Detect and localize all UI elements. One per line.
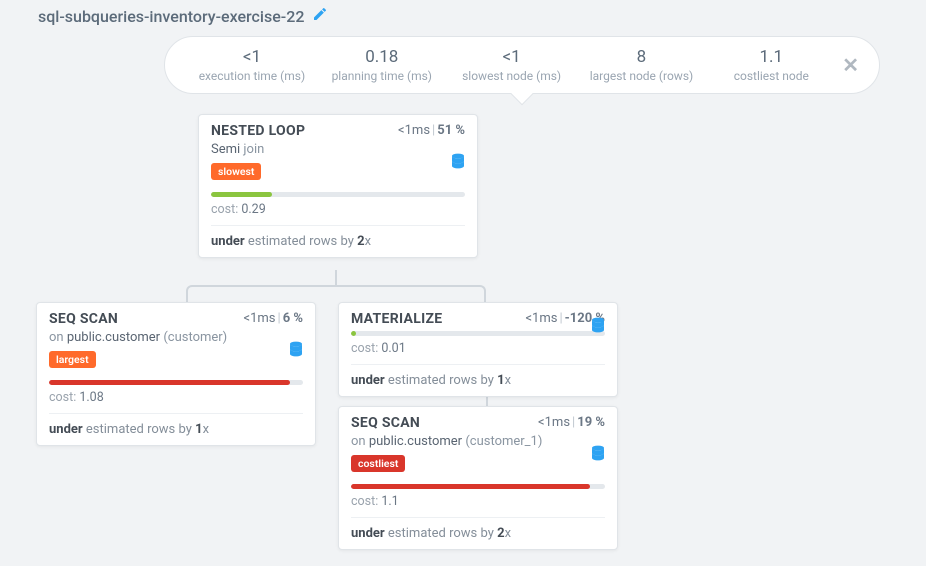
- database-icon: [591, 445, 605, 461]
- node-subtitle: on public.customer (customer_1): [351, 434, 605, 449]
- node-metrics: <1ms|51 %: [398, 123, 465, 138]
- node-title: MATERIALIZE: [351, 311, 442, 327]
- stats-bar: <1 execution time (ms) 0.18 planning tim…: [164, 36, 880, 94]
- badge-costliest: costliest: [351, 455, 405, 472]
- page-title-row: sql-subqueries-inventory-exercise-22: [38, 6, 328, 26]
- stat-planning-time: 0.18 planning time (ms): [317, 47, 447, 83]
- estimate-line: under estimated rows by 2x: [351, 518, 605, 541]
- plan-node-nested-loop[interactable]: NESTED LOOP <1ms|51 % Semi join slowest …: [198, 114, 478, 258]
- stat-costliest-node: 1.1 costliest node: [706, 47, 836, 83]
- plan-node-seq-scan-customer[interactable]: SEQ SCAN <1ms|6 % on public.customer (cu…: [36, 302, 316, 446]
- cost-line: cost: 1.08: [49, 390, 303, 414]
- estimate-line: under estimated rows by 1x: [49, 414, 303, 437]
- stat-slowest-node: <1 slowest node (ms): [447, 47, 577, 83]
- node-title: SEQ SCAN: [49, 311, 118, 327]
- estimate-line: under estimated rows by 1x: [351, 365, 605, 388]
- cost-line: cost: 1.1: [351, 494, 605, 518]
- cost-bar: [211, 192, 465, 197]
- badge-slowest: slowest: [211, 163, 261, 180]
- node-title: NESTED LOOP: [211, 123, 305, 139]
- database-icon: [591, 317, 605, 333]
- node-subtitle: Semi join: [211, 142, 465, 157]
- estimate-line: under estimated rows by 2x: [211, 226, 465, 249]
- node-metrics: <1ms|19 %: [538, 415, 605, 430]
- node-title: SEQ SCAN: [351, 415, 420, 431]
- page-title: sql-subqueries-inventory-exercise-22: [38, 7, 304, 26]
- plan-node-seq-scan-customer-1[interactable]: SEQ SCAN <1ms|19 % on public.customer (c…: [338, 406, 618, 550]
- stat-largest-node: 8 largest node (rows): [577, 47, 707, 83]
- node-metrics: <1ms|6 %: [243, 311, 303, 326]
- cost-line: cost: 0.29: [211, 202, 465, 226]
- cost-bar: [351, 331, 605, 336]
- stats-pointer-icon: [511, 83, 534, 106]
- connector: [186, 285, 486, 303]
- stat-execution-time: <1 execution time (ms): [187, 47, 317, 83]
- cost-bar: [49, 380, 303, 385]
- cost-line: cost: 0.01: [351, 341, 605, 365]
- edit-icon[interactable]: [312, 6, 328, 26]
- cost-bar: [351, 484, 605, 489]
- connector: [335, 270, 337, 285]
- node-subtitle: on public.customer (customer): [49, 330, 303, 345]
- database-icon: [451, 153, 465, 169]
- plan-node-materialize[interactable]: MATERIALIZE <1ms|-120 % cost: 0.01 under…: [338, 302, 618, 397]
- database-icon: [289, 341, 303, 357]
- close-icon[interactable]: ✕: [836, 53, 865, 77]
- badge-largest: largest: [49, 351, 96, 368]
